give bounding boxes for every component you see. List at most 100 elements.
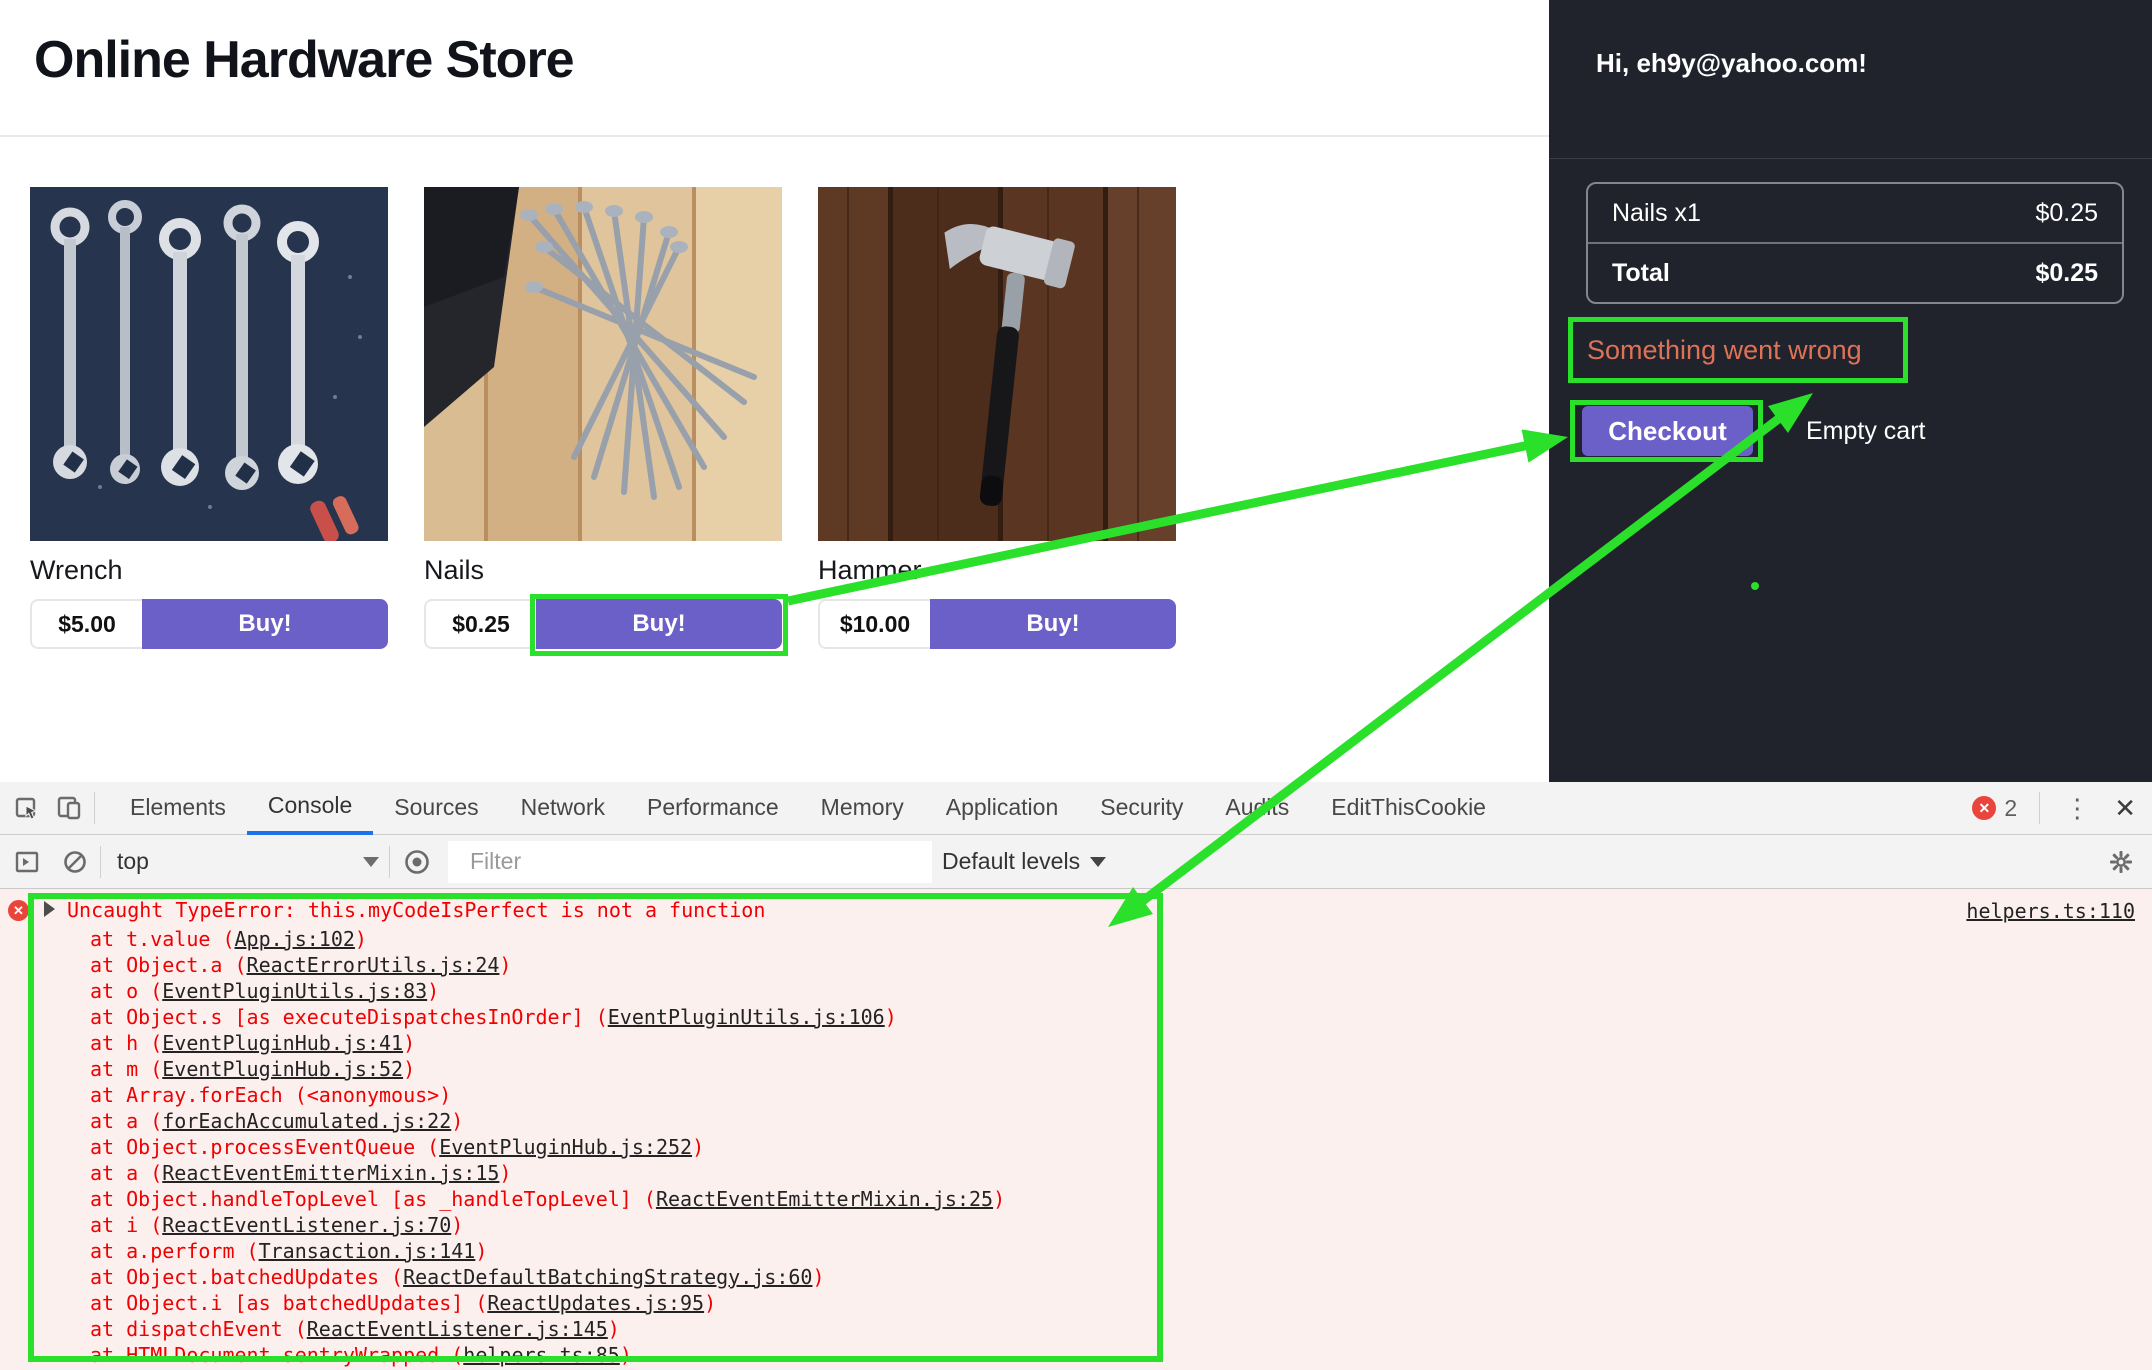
store-header: Online Hardware Store — [0, 0, 1549, 137]
console-source-link[interactable]: helpers.ts:110 — [1966, 899, 2135, 923]
console-toolbar: top Default levels — [0, 835, 2152, 889]
source-link[interactable]: ReactErrorUtils.js:24 — [247, 953, 500, 977]
kebab-menu-icon[interactable]: ⋮ — [2064, 793, 2090, 824]
stack-frame: at dispatchEvent (ReactEventListener.js:… — [90, 1316, 1005, 1342]
cart-table: Nails x1 $0.25 Total $0.25 — [1586, 182, 2124, 304]
sidebar-divider — [1549, 158, 2152, 159]
toolbar-separator — [94, 792, 95, 824]
toolbar-separator — [389, 846, 390, 878]
buy-button-wrench[interactable]: Buy! — [142, 599, 388, 649]
hammer-product-image — [818, 187, 1176, 541]
product-name: Hammer — [818, 555, 1176, 586]
cart-sidebar: Hi, eh9y@yahoo.com! Nails x1 $0.25 Total… — [1549, 0, 2152, 782]
source-link[interactable]: EventPluginUtils.js:83 — [162, 979, 427, 1003]
cart-error-message: Something went wrong — [1587, 335, 1862, 366]
product-card-nails: Nails $0.25 Buy! — [424, 187, 782, 649]
source-link[interactable]: ReactEventListener.js:70 — [162, 1213, 451, 1237]
product-grid: Wrench $5.00 Buy! — [30, 187, 1176, 649]
buy-button-nails[interactable]: Buy! — [536, 599, 782, 649]
settings-gear-icon[interactable] — [2106, 847, 2136, 877]
cart-item-row: Nails x1 $0.25 — [1588, 184, 2122, 242]
buy-button-hammer[interactable]: Buy! — [930, 599, 1176, 649]
source-link[interactable]: ReactEventListener.js:145 — [307, 1317, 608, 1341]
close-icon[interactable]: ✕ — [2114, 793, 2136, 824]
stack-frame: at Object.handleTopLevel [as _handleTopL… — [90, 1186, 1005, 1212]
tab-console[interactable]: Console — [247, 782, 373, 835]
source-link[interactable]: ReactDefaultBatchingStrategy.js:60 — [403, 1265, 812, 1289]
console-messages: ✕ Uncaught TypeError: this.myCodeIsPerfe… — [0, 889, 2152, 1370]
empty-cart-button[interactable]: Empty cart — [1806, 417, 1925, 446]
tab-security[interactable]: Security — [1079, 782, 1204, 835]
cart-total-price: $0.25 — [2035, 259, 2098, 288]
source-link[interactable]: EventPluginHub.js:41 — [162, 1031, 403, 1055]
toolbar-separator — [100, 846, 101, 878]
cart-item-price: $0.25 — [2035, 199, 2098, 228]
stack-frame: at Array.forEach (<anonymous>) — [90, 1082, 1005, 1108]
filter-input[interactable] — [448, 841, 932, 883]
console-error-message: Uncaught TypeError: this.myCodeIsPerfect… — [44, 898, 765, 922]
context-selector-dropdown[interactable]: top — [117, 848, 379, 875]
stack-frame: at Object.i [as batchedUpdates] (ReactUp… — [90, 1290, 1005, 1316]
tab-performance[interactable]: Performance — [626, 782, 800, 835]
source-link[interactable]: EventPluginUtils.js:106 — [608, 1005, 885, 1029]
checkout-button[interactable]: Checkout — [1582, 406, 1753, 456]
error-badge-icon[interactable]: ✕ — [1972, 796, 1996, 820]
nails-product-image — [424, 187, 782, 541]
devtools-tabbar: ElementsConsoleSourcesNetworkPerformance… — [0, 782, 2152, 835]
tab-sources[interactable]: Sources — [373, 782, 499, 835]
tab-audits[interactable]: Audits — [1204, 782, 1310, 835]
inspect-cursor-icon[interactable] — [12, 793, 42, 823]
tab-network[interactable]: Network — [500, 782, 626, 835]
tabbar-right-cluster: ✕ 2 ⋮ ✕ — [1972, 792, 2136, 824]
devtools-panel: ElementsConsoleSourcesNetworkPerformance… — [0, 782, 2152, 1370]
product-price-row: $10.00 Buy! — [818, 599, 1176, 649]
annotation-box-error-message: Something went wrong — [1568, 317, 1908, 383]
device-toolbar-icon[interactable] — [54, 793, 84, 823]
stack-frame: at o (EventPluginUtils.js:83) — [90, 978, 1005, 1004]
source-link[interactable]: ReactEventEmitterMixin.js:25 — [656, 1187, 993, 1211]
source-link[interactable]: forEachAccumulated.js:22 — [162, 1109, 451, 1133]
source-link[interactable]: EventPluginHub.js:252 — [439, 1135, 692, 1159]
cart-total-label: Total — [1612, 259, 1670, 288]
tab-application[interactable]: Application — [925, 782, 1080, 835]
stack-frame: at Object.processEventQueue (EventPlugin… — [90, 1134, 1005, 1160]
user-greeting: Hi, eh9y@yahoo.com! — [1596, 48, 1867, 79]
stack-frame: at a (ReactEventEmitterMixin.js:15) — [90, 1160, 1005, 1186]
product-price-row: $0.25 Buy! — [424, 599, 782, 649]
log-levels-value: Default levels — [942, 848, 1080, 875]
error-count: 2 — [2004, 795, 2017, 822]
stack-frame: at HTMLDocument.sentryWrapped (helpers.t… — [90, 1342, 1005, 1368]
source-link[interactable]: ReactUpdates.js:95 — [487, 1291, 704, 1315]
stack-frame: at a (forEachAccumulated.js:22) — [90, 1108, 1005, 1134]
clear-console-icon[interactable] — [60, 847, 90, 877]
product-price: $5.00 — [30, 599, 142, 649]
toolbar-separator — [2039, 792, 2040, 824]
console-sidebar-icon[interactable] — [12, 847, 42, 877]
cart-total-row: Total $0.25 — [1588, 242, 2122, 302]
disclosure-triangle-icon[interactable] — [44, 901, 55, 917]
source-link[interactable]: ReactEventEmitterMixin.js:15 — [162, 1161, 499, 1185]
error-level-icon: ✕ — [8, 900, 29, 921]
log-levels-dropdown[interactable]: Default levels — [942, 848, 1106, 875]
stack-frame: at Object.a (ReactErrorUtils.js:24) — [90, 952, 1005, 978]
source-link[interactable]: App.js:102 — [235, 927, 355, 951]
live-expression-eye-icon[interactable] — [402, 847, 432, 877]
stack-frame: at i (ReactEventListener.js:70) — [90, 1212, 1005, 1238]
tab-memory[interactable]: Memory — [800, 782, 925, 835]
chevron-down-icon — [1090, 857, 1106, 867]
devtools-tabs: ElementsConsoleSourcesNetworkPerformance… — [109, 782, 1507, 835]
product-name: Wrench — [30, 555, 388, 586]
source-link[interactable]: Transaction.js:141 — [259, 1239, 476, 1263]
wrench-product-image — [30, 187, 388, 541]
product-card-hammer: Hammer $10.00 Buy! — [818, 187, 1176, 649]
tab-editthiscookie[interactable]: EditThisCookie — [1310, 782, 1507, 835]
cart-item-label: Nails x1 — [1612, 199, 1701, 228]
product-name: Nails — [424, 555, 782, 586]
tab-elements[interactable]: Elements — [109, 782, 247, 835]
source-link[interactable]: helpers.ts:85 — [463, 1343, 620, 1367]
product-price: $10.00 — [818, 599, 930, 649]
source-link[interactable]: EventPluginHub.js:52 — [162, 1057, 403, 1081]
product-card-wrench: Wrench $5.00 Buy! — [30, 187, 388, 649]
stack-trace: at t.value (App.js:102)at Object.a (Reac… — [90, 926, 1005, 1368]
stack-frame: at t.value (App.js:102) — [90, 926, 1005, 952]
